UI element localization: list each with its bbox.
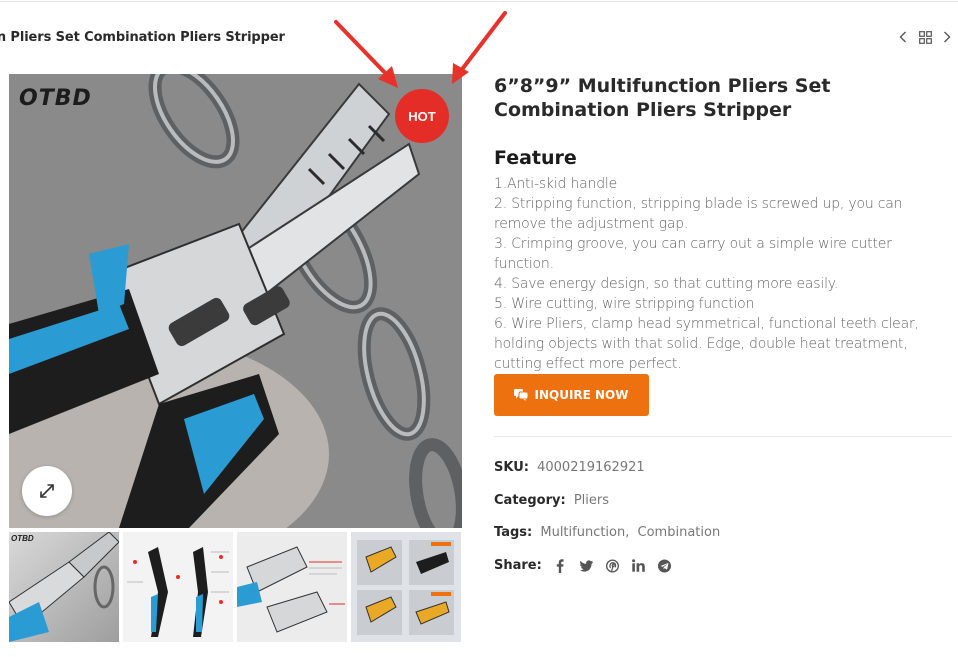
thumbnail-strip: OTBD [9,532,461,642]
sku-row: SKU: 4000219162921 [494,460,645,475]
pliers-illustration [9,74,462,528]
feature-item: 2. Stripping function, stripping blade i… [494,196,903,232]
thumbnail-4[interactable] [351,532,461,642]
linkedin-icon[interactable] [631,559,645,573]
twitter-icon[interactable] [579,559,593,573]
chat-bubbles-icon [514,389,529,401]
sku-label: SKU: [494,460,529,475]
product-navigation [896,28,954,46]
tag-separator: , [625,525,630,540]
telegram-icon[interactable] [657,559,671,573]
tags-label: Tags: [494,525,533,540]
meta-divider [494,436,952,437]
tag-link[interactable]: Combination [638,525,721,540]
feature-heading: Feature [494,147,577,169]
thumbnail-3[interactable] [237,532,347,642]
inquire-now-label: INQUIRE NOW [534,388,629,402]
main-product-image[interactable]: OTBD [9,74,462,528]
thumbnail-1[interactable]: OTBD [9,532,119,642]
product-title: 6”8”9” Multifunction Pliers Set Combinat… [494,75,831,121]
feature-item: 3. Crimping groove, you can carry out a … [494,236,892,272]
grid-icon[interactable] [918,28,932,46]
thumbnail-2[interactable] [123,532,233,642]
share-icons [554,558,671,573]
sku-value: 4000219162921 [537,460,645,475]
share-label: Share: [494,558,542,573]
category-label: Category: [494,493,566,508]
pinterest-icon[interactable] [605,559,619,573]
facebook-icon[interactable] [554,558,567,573]
zoom-button[interactable] [22,466,72,516]
feature-item: 1.Anti-skid handle [494,176,617,192]
thumbnail-logo: OTBD [11,534,34,543]
brand-logo: OTBD [19,86,92,111]
feature-item: 6. Wire Pliers, clamp head symmetrical, … [494,316,919,372]
feature-list: 1.Anti-skid handle 2. Stripping function… [494,174,954,374]
hot-badge: HOT [395,89,449,143]
tag-link[interactable]: Multifunction [540,525,625,540]
expand-icon [40,484,54,498]
chevron-right-icon[interactable] [940,28,954,46]
breadcrumb-product-title: on Pliers Set Combination Pliers Strippe… [0,30,285,45]
feature-item: 4. Save energy design, so that cutting m… [494,276,839,292]
category-row: Category: Pliers [494,493,609,508]
share-row: Share: [494,558,671,573]
tags-row: Tags: Multifunction, Combination [494,525,720,540]
category-link[interactable]: Pliers [574,493,609,508]
top-divider [0,1,958,2]
inquire-now-button[interactable]: INQUIRE NOW [494,374,649,416]
feature-item: 5. Wire cutting, wire stripping function [494,296,755,312]
chevron-left-icon[interactable] [896,28,910,46]
